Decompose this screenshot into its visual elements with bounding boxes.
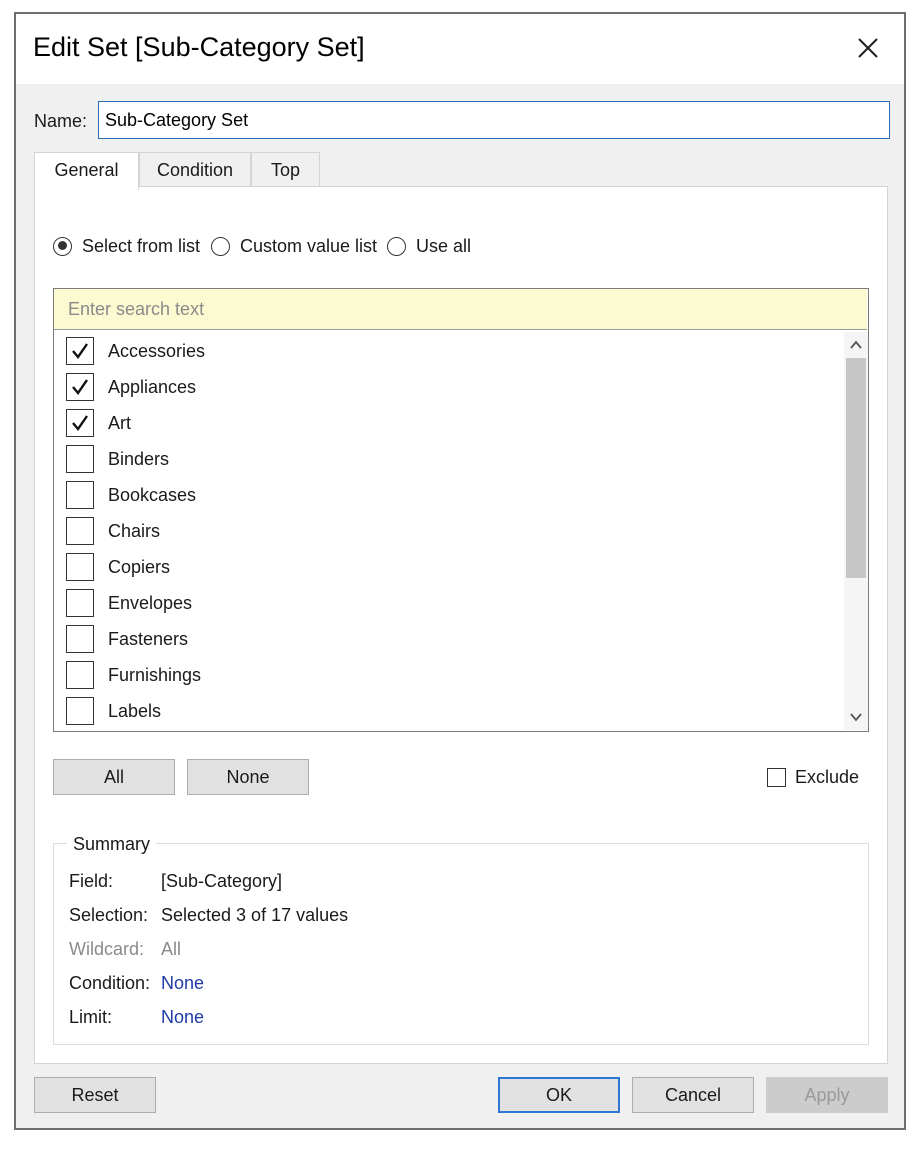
summary-legend: Summary [67, 834, 157, 855]
limit-link[interactable]: None [161, 1007, 204, 1028]
radio-use-all[interactable]: Use all [387, 232, 471, 260]
list-item-label: Envelopes [108, 592, 193, 613]
checkmark-icon [72, 379, 88, 395]
apply-button[interactable]: Apply [766, 1077, 888, 1113]
summary-row-selection: Selection: Selected 3 of 17 values [69, 905, 348, 926]
tab-general[interactable]: General [34, 152, 139, 190]
dialog-title: Edit Set [Sub-Category Set] [33, 32, 365, 62]
summary-row-wildcard: Wildcard: All [69, 939, 181, 960]
list-item-label: Binders [108, 448, 170, 469]
checkbox[interactable] [66, 553, 94, 581]
radio-unselected-icon [211, 236, 230, 256]
exclude-checkbox[interactable]: Exclude [767, 767, 859, 788]
name-input[interactable] [98, 101, 890, 139]
list-item-label: Copiers [108, 556, 171, 577]
ok-button[interactable]: OK [498, 1077, 620, 1113]
radio-unselected-icon [387, 236, 406, 256]
close-button[interactable] [848, 28, 888, 68]
summary-label: Selection: [69, 905, 149, 925]
list-item[interactable]: Bookcases [66, 479, 196, 511]
radio-select-from-list[interactable]: Select from list [53, 232, 200, 260]
checkbox[interactable] [66, 661, 94, 689]
list-item-label: Appliances [108, 376, 197, 397]
name-label: Name: [34, 111, 88, 131]
checkmark-icon [72, 343, 88, 359]
list-item[interactable]: Accessories [66, 335, 205, 367]
title-bar: Edit Set [Sub-Category Set] [16, 14, 904, 84]
checkbox[interactable] [66, 409, 94, 437]
list-item-label: Fasteners [108, 628, 189, 649]
chevron-up-icon[interactable] [848, 338, 864, 352]
checkbox[interactable] [66, 697, 94, 725]
summary-row-limit: Limit: None [69, 1007, 204, 1028]
list-item[interactable]: Envelopes [66, 587, 192, 619]
radio-label: Use all [416, 235, 472, 256]
summary-value: [Sub-Category] [161, 871, 283, 891]
list-item[interactable]: Binders [66, 443, 169, 475]
scrollbar-thumb[interactable] [846, 358, 866, 578]
value-list: Accessories Appliances Art Binders Bookc… [53, 288, 869, 732]
select-all-button[interactable]: All [53, 759, 175, 795]
list-item[interactable]: Copiers [66, 551, 170, 583]
checkmark-icon [72, 415, 88, 431]
checkbox[interactable] [66, 589, 94, 617]
list-item-label: Bookcases [108, 484, 197, 505]
vertical-scrollbar[interactable] [844, 332, 868, 730]
radio-label: Custom value list [240, 235, 378, 256]
close-icon [858, 38, 878, 58]
summary-value: Selected 3 of 17 values [161, 905, 349, 925]
list-item[interactable]: Furnishings [66, 659, 201, 691]
list-item-label: Furnishings [108, 664, 202, 685]
tab-condition[interactable]: Condition [139, 152, 251, 188]
list-item-label: Accessories [108, 340, 206, 361]
search-input[interactable] [54, 289, 867, 330]
chevron-down-icon[interactable] [848, 710, 864, 724]
summary-label: Field: [69, 871, 114, 891]
radio-selected-icon [53, 236, 72, 256]
checkbox[interactable] [66, 337, 94, 365]
checkbox[interactable] [66, 517, 94, 545]
list-item-label: Chairs [108, 520, 161, 541]
checkbox[interactable] [66, 481, 94, 509]
summary-label: Wildcard: [69, 939, 145, 959]
list-item[interactable]: Labels [66, 695, 161, 727]
summary-row-field: Field: [Sub-Category] [69, 871, 282, 892]
summary-value: All [161, 939, 182, 959]
list-item[interactable]: Art [66, 407, 131, 439]
list-item[interactable]: Fasteners [66, 623, 188, 655]
condition-link[interactable]: None [161, 973, 204, 994]
checkbox[interactable] [66, 373, 94, 401]
edit-set-dialog: Edit Set [Sub-Category Set] Name: Genera… [14, 12, 906, 1130]
select-none-button[interactable]: None [187, 759, 309, 795]
radio-custom-value-list[interactable]: Custom value list [211, 232, 377, 260]
summary-label: Limit: [69, 1007, 113, 1027]
exclude-label: Exclude [795, 767, 860, 787]
cancel-button[interactable]: Cancel [632, 1077, 754, 1113]
reset-button[interactable]: Reset [34, 1077, 156, 1113]
list-item-label: Art [108, 412, 132, 433]
checkbox[interactable] [66, 445, 94, 473]
list-item-label: Labels [108, 700, 162, 721]
summary-row-condition: Condition: None [69, 973, 204, 994]
checkbox[interactable] [66, 625, 94, 653]
list-item[interactable]: Chairs [66, 515, 160, 547]
radio-label: Select from list [82, 235, 201, 256]
tab-top[interactable]: Top [251, 152, 320, 188]
checkbox-box [767, 768, 786, 787]
summary-label: Condition: [69, 973, 151, 993]
list-item[interactable]: Appliances [66, 371, 196, 403]
